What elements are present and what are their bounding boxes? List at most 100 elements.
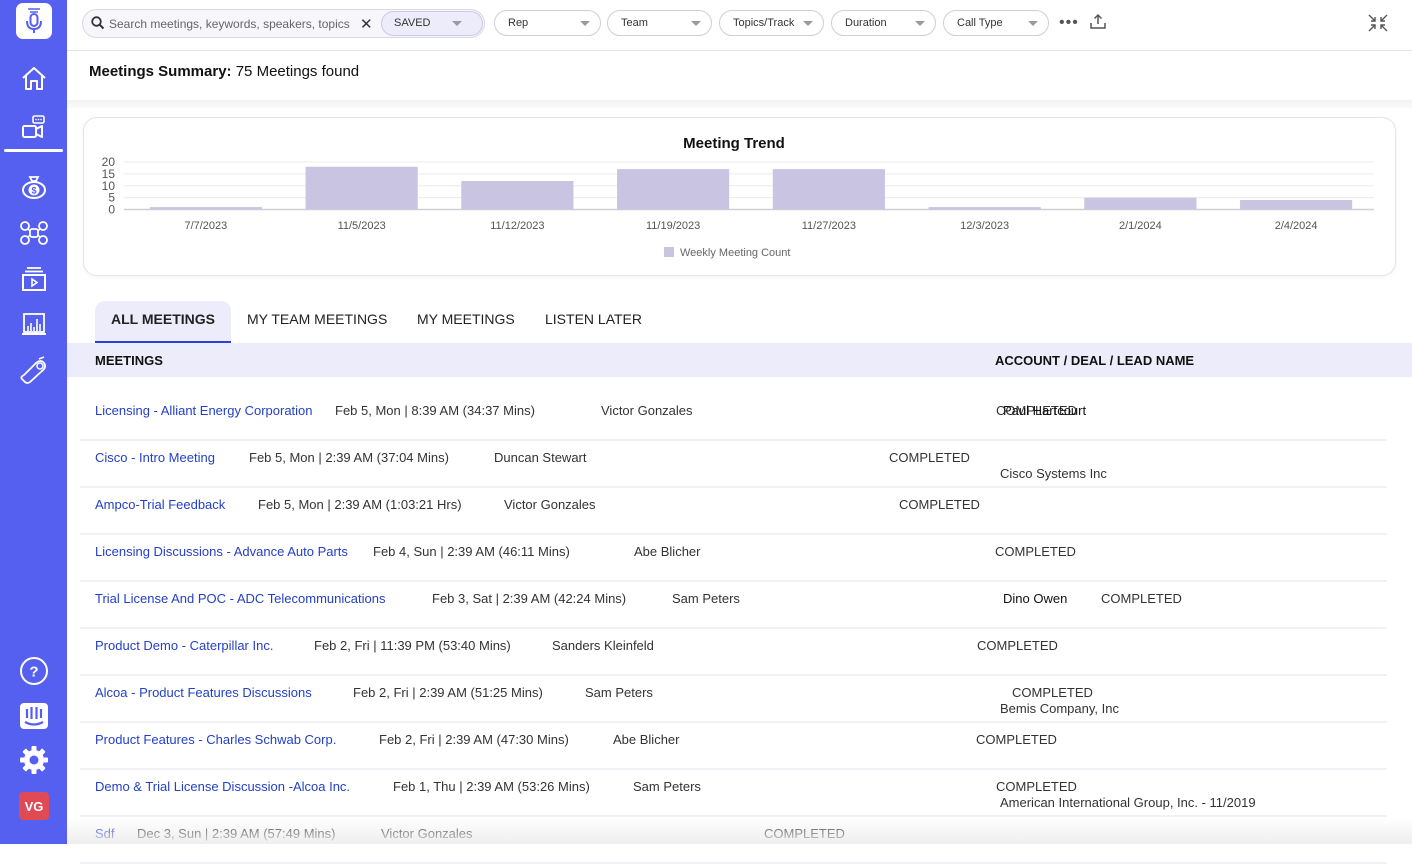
table-row[interactable]: Ampco-Trial Feedback Feb 5, Mon | 2:39 AM…: [80, 488, 1387, 535]
tab-listen-later[interactable]: LISTEN LATER: [529, 301, 658, 343]
tab-my-team-meetings[interactable]: MY TEAM MEETINGS: [231, 301, 403, 343]
filter-topics-track[interactable]: Topics/Track: [719, 10, 824, 36]
meeting-rep: Victor Gonzales: [381, 826, 473, 841]
table-row[interactable]: Alcoa - Product Features Discussions Feb …: [80, 676, 1387, 723]
section-divider: [67, 100, 1412, 108]
table-row[interactable]: Cisco - Intro Meeting Feb 5, Mon | 2:39 A…: [80, 441, 1387, 488]
bar-11/5/2023[interactable]: [305, 166, 418, 210]
lead-name[interactable]: Dino Owen: [1003, 591, 1067, 606]
bar-12/3/2023[interactable]: [928, 207, 1041, 210]
meeting-rep: Sam Peters: [672, 591, 740, 606]
sidebar-item-library[interactable]: [0, 259, 67, 299]
summary-count: 75 Meetings found: [235, 63, 360, 80]
bar-11/12/2023[interactable]: [461, 181, 574, 210]
filter-team[interactable]: Team: [607, 10, 712, 36]
sidebar-item-home[interactable]: [0, 58, 67, 98]
sidebar-item-team[interactable]: [0, 213, 67, 253]
meeting-title-link[interactable]: Product Features - Charles Schwab Corp.: [95, 732, 336, 747]
account-name[interactable]: Cisco Systems Inc: [1000, 466, 1107, 481]
meeting-rep: Sanders Kleinfeld: [552, 638, 654, 653]
meeting-title-link[interactable]: Cisco - Intro Meeting: [95, 450, 215, 465]
y-tick-label: 20: [102, 155, 116, 169]
settings-button[interactable]: [0, 740, 67, 780]
table-row[interactable]: Licensing Discussions - Advance Auto Par…: [80, 535, 1387, 582]
meeting-title-link[interactable]: Alcoa - Product Features Discussions: [95, 685, 312, 700]
meeting-status: COMPLETED: [995, 544, 1076, 559]
filter-call-type[interactable]: Call Type: [943, 10, 1049, 36]
tab-my-meetings[interactable]: MY MEETINGS: [401, 301, 531, 343]
search-icon: [91, 16, 105, 30]
saved-searches-dropdown[interactable]: SAVED: [381, 11, 483, 36]
meeting-rep: Abe Blicher: [634, 544, 701, 559]
saved-label: SAVED: [394, 17, 431, 29]
meeting-status: COMPLETED: [899, 497, 980, 512]
bar-11/19/2023[interactable]: [617, 169, 730, 210]
lead-name[interactable]: Paul Hartcourt: [1003, 403, 1086, 418]
app-logo[interactable]: [16, 3, 52, 39]
filter-rep[interactable]: Rep: [494, 10, 601, 36]
x-tick-label: 7/7/2023: [184, 220, 227, 232]
x-tick-label: 11/12/2023: [490, 220, 544, 232]
active-nav-indicator: [4, 149, 63, 152]
meeting-rep: Sam Peters: [585, 685, 653, 700]
sidebar-item-analytics[interactable]: [0, 304, 67, 344]
intercom-button[interactable]: [0, 696, 67, 736]
meeting-rep: Victor Gonzales: [601, 403, 693, 418]
table-row[interactable]: Product Demo - Caterpillar Inc. Feb 2, Fr…: [80, 629, 1387, 676]
table-row[interactable]: Trial License And POC - ADC Telecommunic…: [80, 582, 1387, 629]
meeting-title-link[interactable]: Licensing - Alliant Energy Corporation: [95, 403, 313, 418]
meeting-datetime: Feb 2, Fri | 2:39 AM (51:25 Mins): [353, 685, 543, 700]
search-input[interactable]: [109, 15, 355, 33]
user-avatar[interactable]: VG: [19, 792, 49, 820]
help-icon: ?: [19, 657, 48, 685]
bar-2/1/2024[interactable]: [1084, 197, 1197, 210]
chart-title: Meeting Trend: [683, 135, 785, 152]
account-name[interactable]: American International Group, Inc. - 11/…: [1000, 795, 1256, 810]
sidebar-item-deals[interactable]: $: [0, 167, 67, 207]
more-filters-icon[interactable]: •••: [1059, 14, 1079, 32]
meeting-datetime: Feb 5, Mon | 8:39 AM (34:37 Mins): [335, 403, 535, 418]
x-tick-label: 2/1/2024: [1119, 220, 1162, 232]
meeting-title-link[interactable]: Licensing Discussions - Advance Auto Par…: [95, 544, 348, 559]
table-row[interactable]: Sdf Dec 3, Sun | 2:39 AM (57:49 Mins) Vict…: [80, 817, 1387, 864]
clear-search-icon[interactable]: ✕: [360, 15, 373, 33]
meeting-title-link[interactable]: Ampco-Trial Feedback: [95, 497, 225, 512]
sidebar-item-coaching[interactable]: [0, 350, 67, 390]
help-button[interactable]: ?: [0, 651, 67, 691]
collapse-icon[interactable]: [1367, 13, 1389, 33]
meeting-status: COMPLETED: [976, 732, 1057, 747]
filter-duration[interactable]: Duration: [831, 10, 936, 36]
table-row[interactable]: Demo & Trial License Discussion -Alcoa I…: [80, 770, 1387, 817]
account-name[interactable]: Bemis Company, Inc: [1000, 701, 1119, 716]
meeting-title-link[interactable]: Product Demo - Caterpillar Inc.: [95, 638, 273, 653]
meeting-status: COMPLETED: [977, 638, 1058, 653]
summary-label: Meetings Summary:: [89, 63, 232, 80]
tab-all-meetings[interactable]: ALL MEETINGS: [95, 301, 231, 343]
meeting-rep: Abe Blicher: [613, 732, 680, 747]
bar-11/27/2023[interactable]: [772, 169, 885, 210]
bar-2/4/2024[interactable]: [1240, 200, 1353, 210]
meeting-status: COMPLETED: [996, 779, 1077, 794]
table-row[interactable]: Product Features - Charles Schwab Corp. F…: [80, 723, 1387, 770]
sidebar-item-meetings[interactable]: [0, 107, 67, 147]
meeting-datetime: Feb 4, Sun | 2:39 AM (46:11 Mins): [373, 544, 570, 559]
table-row[interactable]: Licensing - Alliant Energy Corporation Fe…: [80, 394, 1387, 441]
microphone-logo-icon: [26, 8, 42, 33]
legend-label[interactable]: Weekly Meeting Count: [680, 247, 790, 259]
column-header-account[interactable]: ACCOUNT / DEAL / LEAD NAME: [995, 353, 1194, 368]
meeting-title-link[interactable]: Sdf: [95, 826, 115, 841]
meeting-status: COMPLETED: [889, 450, 970, 465]
meeting-title-link[interactable]: Demo & Trial License Discussion -Alcoa I…: [95, 779, 350, 794]
meeting-rep: Victor Gonzales: [504, 497, 596, 512]
legend-swatch[interactable]: [664, 247, 674, 257]
chevron-down-icon: [452, 21, 462, 26]
chevron-down-icon: [1028, 21, 1038, 26]
meeting-title-link[interactable]: Trial License And POC - ADC Telecommunic…: [95, 591, 385, 606]
meeting-datetime: Feb 1, Thu | 2:39 AM (53:26 Mins): [393, 779, 590, 794]
chevron-down-icon: [691, 21, 701, 26]
column-header-meetings[interactable]: MEETINGS: [95, 353, 163, 368]
playlist-icon: [21, 267, 46, 291]
chevron-down-icon: [803, 21, 813, 26]
export-icon[interactable]: [1089, 13, 1107, 31]
bar-7/7/2023[interactable]: [149, 207, 262, 210]
